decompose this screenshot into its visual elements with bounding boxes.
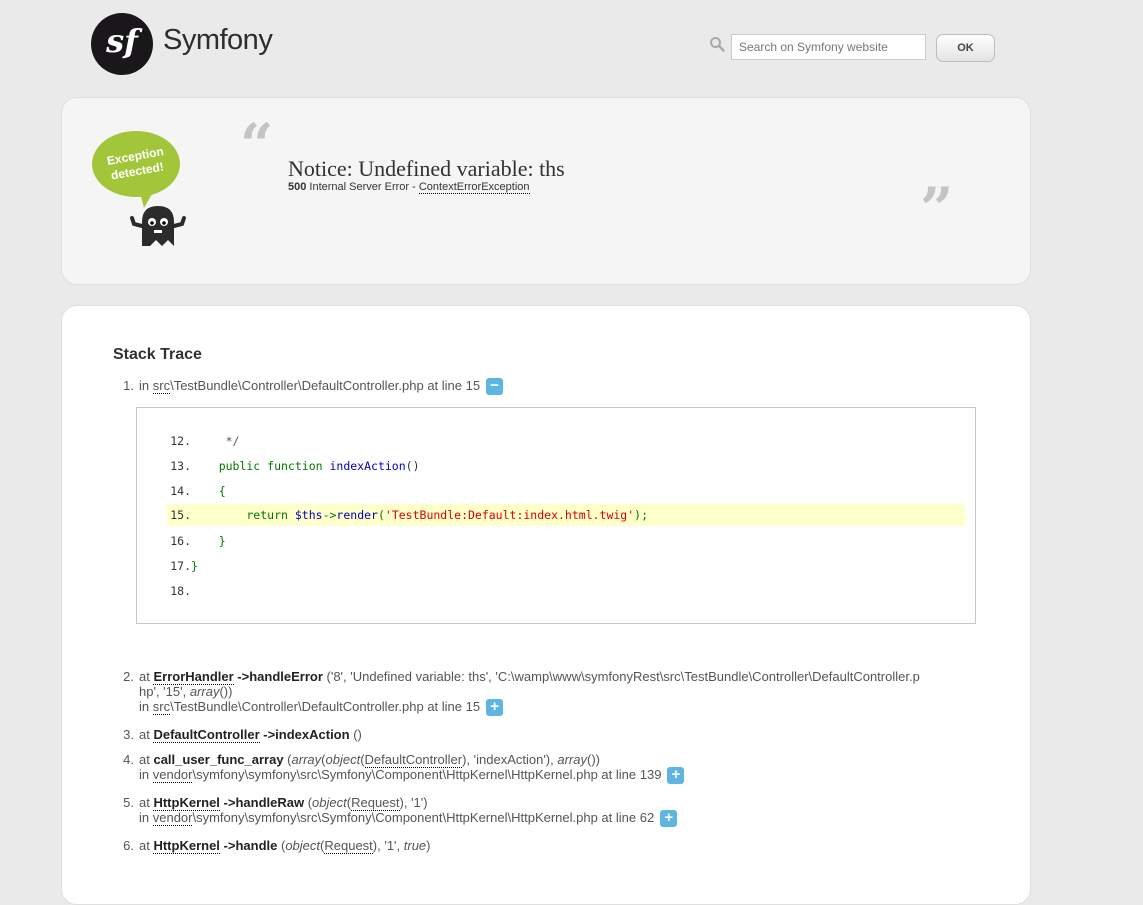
search-input[interactable] — [731, 34, 926, 60]
search-icon — [710, 37, 725, 52]
code-line-highlighted: 15. return $ths->render('TestBundle:Defa… — [167, 504, 965, 526]
class-name[interactable]: ErrorHandler — [153, 669, 234, 685]
method-name: ->handleRaw — [219, 795, 305, 810]
stack-trace-title: Stack Trace — [113, 346, 202, 363]
expand-toggle-button[interactable]: + — [660, 810, 678, 828]
method-name: ->indexAction — [259, 727, 350, 742]
trace-item-2: 2. at ErrorHandler ->handleError ('8', 'U… — [123, 669, 920, 685]
code-line: 12. */ — [170, 434, 240, 448]
exception-ghost-icon: Exception detected! — [92, 131, 186, 246]
expand-toggle-button[interactable]: + — [667, 767, 685, 785]
class-name[interactable]: HttpKernel — [153, 838, 220, 854]
method-name: ->handle — [219, 838, 278, 853]
exception-class[interactable]: ContextErrorException — [418, 181, 530, 194]
code-line: 18. — [170, 584, 191, 598]
trace-item-1: 1. in src\TestBundle\Controller\DefaultCo… — [113, 378, 504, 396]
class-name[interactable]: HttpKernel — [153, 795, 220, 811]
class-name[interactable]: DefaultController — [153, 727, 260, 743]
trace-file-line: in vendor\symfony\symfony\src\Symfony\Co… — [139, 810, 678, 828]
search-ok-button[interactable]: OK — [936, 34, 995, 62]
close-quote-icon: ” — [920, 175, 954, 243]
logo-glyph: sf — [106, 22, 138, 60]
method-args: ('8', 'Undefined variable: ths', 'C:\wam… — [322, 669, 920, 684]
exception-panel: Exception detected! “ Notice: Undefined … — [61, 97, 1031, 285]
trace-item-4: 4. at call_user_func_array (array(object(… — [123, 752, 600, 768]
trace-item-6: 6. at HttpKernel ->handle (object(Request… — [123, 838, 431, 854]
code-line: 17.} — [170, 559, 198, 573]
status-code: 500 — [288, 181, 307, 193]
code-line: 16. } — [170, 534, 226, 548]
exception-status: 500 Internal Server Error - ContextError… — [288, 181, 530, 194]
trace-file-path: \TestBundle\Controller\DefaultController… — [170, 378, 481, 393]
trace-item-5: 5. at HttpKernel ->handleRaw (object(Requ… — [123, 795, 428, 811]
code-line: 13. public function indexAction() — [170, 459, 420, 473]
trace-item-3: 3. at DefaultController ->indexAction () — [123, 727, 362, 743]
expand-toggle-button[interactable]: + — [486, 699, 504, 717]
brand-name[interactable]: Symfony — [163, 24, 273, 57]
trace-in: in — [139, 378, 153, 393]
trace-args-continued: hp', '15', array()) — [139, 684, 233, 699]
trace-file-line: in src\TestBundle\Controller\DefaultCont… — [139, 699, 504, 717]
code-excerpt: 12. */ 13. public function indexAction()… — [136, 407, 976, 624]
exception-message: Notice: Undefined variable: ths — [288, 156, 565, 181]
method-name: ->handleError — [233, 669, 323, 684]
path-abbr[interactable]: src — [152, 378, 171, 394]
symfony-logo[interactable]: sf — [91, 13, 153, 75]
code-line: 14. { — [170, 484, 226, 498]
method-name: call_user_func_array — [153, 752, 284, 767]
open-quote-icon: “ — [240, 111, 274, 179]
collapse-toggle-button[interactable]: − — [486, 378, 504, 396]
trace-file-line: in vendor\symfony\symfony\src\Symfony\Co… — [139, 767, 685, 785]
trace-number: 1. — [123, 378, 134, 393]
status-text: Internal Server Error - — [309, 181, 416, 193]
stack-trace-panel: Stack Trace 1. in src\TestBundle\Controll… — [61, 305, 1031, 905]
